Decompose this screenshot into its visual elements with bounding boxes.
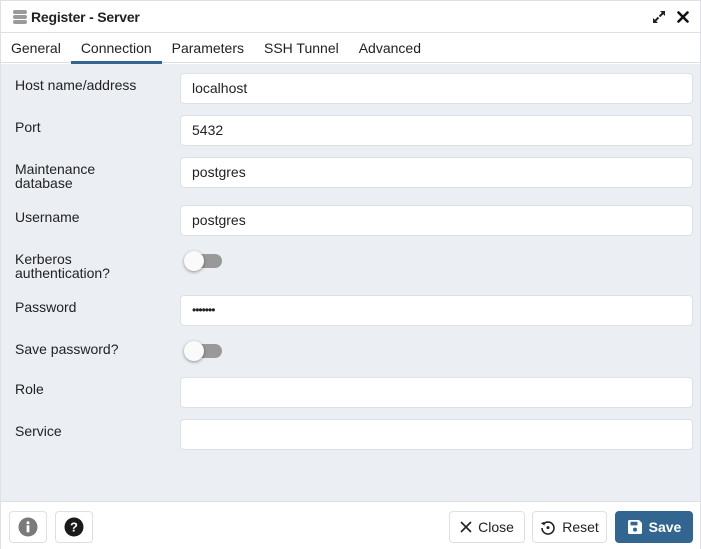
service-input[interactable] (180, 419, 693, 450)
connection-form: Host name/address localhost Port 5432 Ma… (1, 64, 700, 501)
host-input[interactable]: localhost (180, 73, 693, 104)
tab-connection[interactable]: Connection (70, 33, 162, 64)
toggle-knob (184, 251, 204, 271)
register-server-dialog: Register - Server General Connection Par… (0, 0, 701, 549)
save-icon (627, 519, 643, 535)
reset-button[interactable]: Reset (532, 511, 607, 543)
service-label: Service (15, 423, 62, 439)
maintenance-db-label-line1: Maintenance (15, 161, 96, 177)
info-button[interactable] (9, 511, 47, 543)
password-input[interactable]: ••••••• (180, 295, 693, 326)
kerberos-toggle[interactable] (184, 251, 222, 271)
tab-general[interactable]: General (1, 33, 71, 63)
port-input[interactable]: 5432 (180, 115, 693, 146)
tab-ssh-tunnel[interactable]: SSH Tunnel (254, 33, 349, 63)
title-bar[interactable]: Register - Server (1, 1, 700, 33)
tab-parameters[interactable]: Parameters (162, 33, 254, 63)
maintenance-db-label-line2: database (15, 175, 73, 191)
maintenance-db-input[interactable]: postgres (180, 157, 693, 188)
help-icon: ? (64, 517, 84, 537)
role-label: Role (15, 381, 44, 397)
expand-icon[interactable] (652, 10, 666, 24)
close-button[interactable]: Close (449, 511, 525, 543)
password-label: Password (15, 299, 77, 315)
svg-text:?: ? (70, 520, 78, 535)
username-label: Username (15, 209, 80, 225)
close-icon[interactable] (676, 10, 690, 24)
server-icon (13, 9, 27, 24)
close-x-icon (460, 521, 472, 533)
host-label: Host name/address (15, 77, 137, 93)
save-password-toggle[interactable] (184, 341, 222, 361)
tab-bar: General Connection Parameters SSH Tunnel… (1, 33, 700, 64)
close-button-label: Close (478, 519, 514, 535)
reset-icon (540, 519, 556, 535)
port-label: Port (15, 119, 41, 135)
info-icon (18, 517, 38, 537)
tab-advanced[interactable]: Advanced (349, 33, 431, 63)
save-button[interactable]: Save (615, 511, 693, 543)
dialog-title: Register - Server (31, 8, 140, 25)
kerberos-label-line2: authentication? (15, 265, 110, 281)
kerberos-label-line1: Kerberos (15, 251, 72, 267)
dialog-footer: ? Close Reset Save (1, 501, 700, 549)
reset-button-label: Reset (562, 519, 599, 535)
help-button[interactable]: ? (55, 511, 93, 543)
maintenance-db-label: Maintenance database (15, 162, 95, 190)
save-button-label: Save (648, 519, 682, 535)
save-password-label: Save password? (15, 341, 119, 357)
username-input[interactable]: postgres (180, 205, 693, 236)
role-input[interactable] (180, 377, 693, 408)
kerberos-label: Kerberos authentication? (15, 252, 110, 280)
toggle-knob (184, 341, 204, 361)
